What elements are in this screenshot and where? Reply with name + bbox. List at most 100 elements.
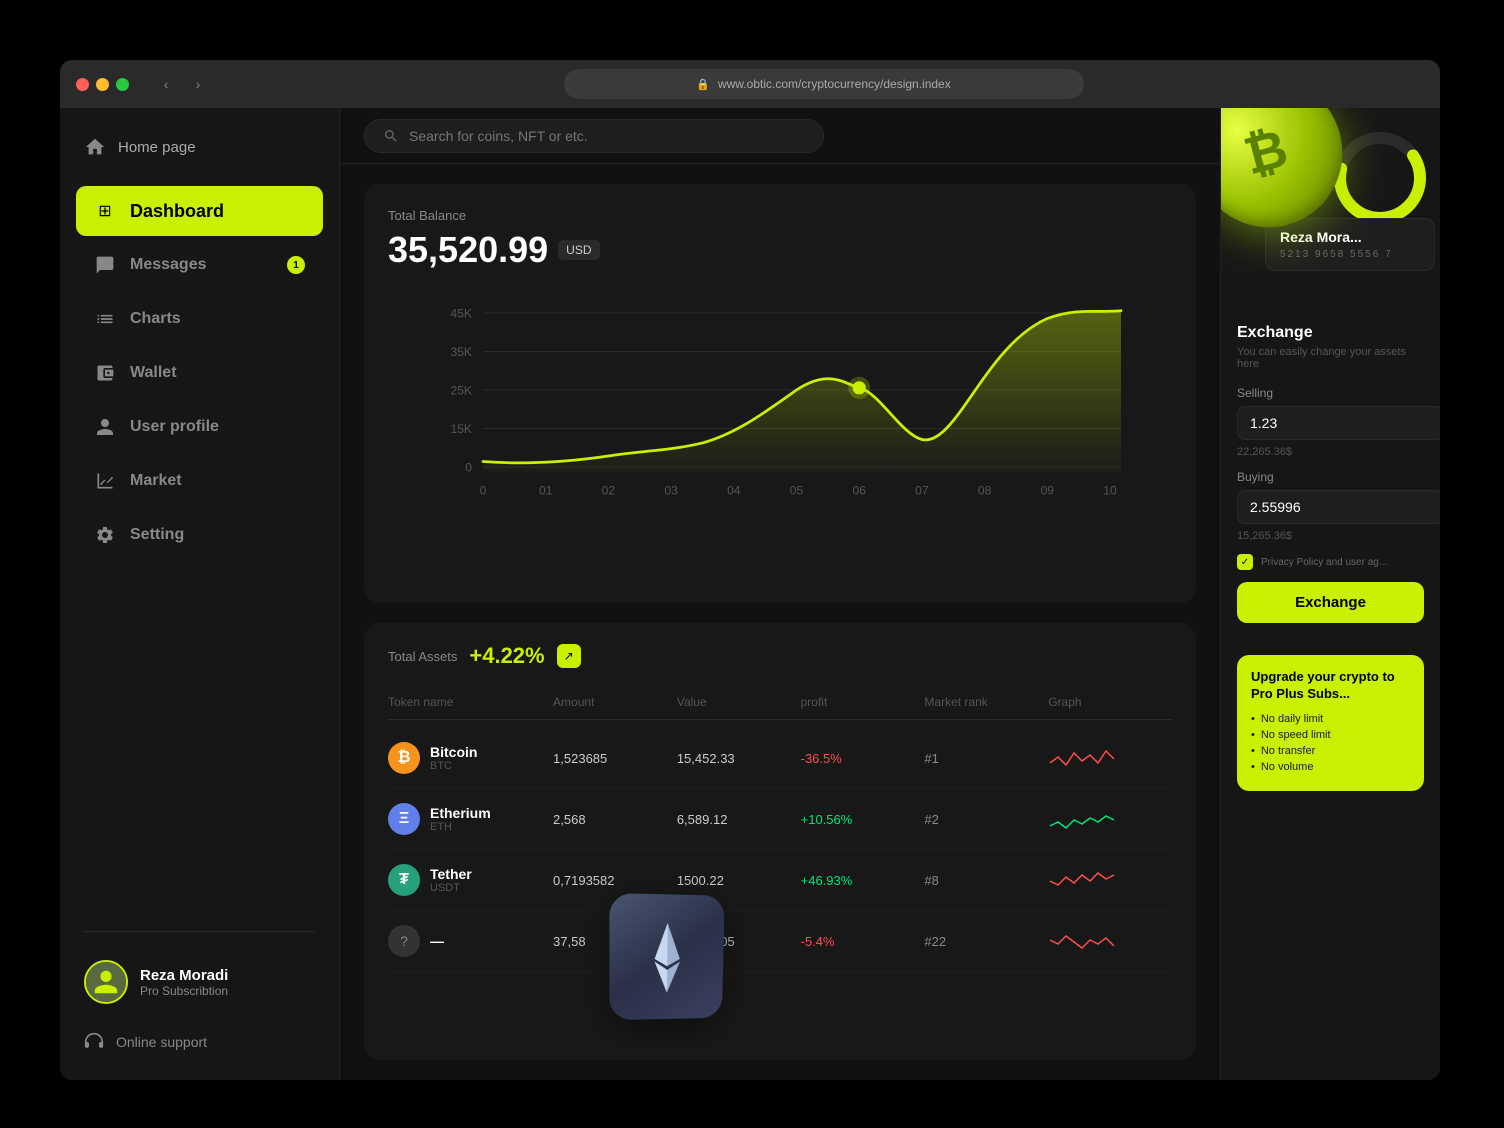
sidebar-user-section: Reza Moradi Pro Subscribtion <box>60 944 339 1020</box>
exchange-button[interactable]: Exchange <box>1237 582 1424 623</box>
sidebar-support[interactable]: Online support <box>60 1020 339 1060</box>
upgrade-title: Upgrade your crypto to Pro Plus Subs... <box>1251 669 1410 703</box>
privacy-checkbox[interactable]: ✓ <box>1237 554 1253 570</box>
user-avatar <box>84 960 128 1004</box>
buying-row: → <box>1237 490 1424 524</box>
selling-input[interactable] <box>1237 406 1440 440</box>
sidebar-item-messages[interactable]: Messages 1 <box>76 240 323 290</box>
minimize-button[interactable] <box>96 78 109 91</box>
sidebar-home[interactable]: Home page <box>60 128 339 178</box>
right-panel: ₿ Reza Mora... 5213 9658 5556 7 Exchange… <box>1220 108 1440 1080</box>
close-button[interactable] <box>76 78 89 91</box>
upgrade-banner: Upgrade your crypto to Pro Plus Subs... … <box>1237 655 1424 791</box>
svg-text:08: 08 <box>978 484 992 498</box>
svg-text:02: 02 <box>602 484 616 498</box>
sidebar-nav: ⊞ Dashboard Messages 1 <box>60 178 339 919</box>
assets-title: Total Assets <box>388 649 457 664</box>
eth-sparkline <box>1048 804 1172 834</box>
sidebar-item-userprofile[interactable]: User profile <box>76 402 323 452</box>
assets-header: Total Assets +4.22% ↗ <box>388 643 1172 669</box>
sidebar-item-market[interactable]: Market <box>76 456 323 506</box>
address-bar[interactable]: 🔒 www.obtic.com/cryptocurrency/design.in… <box>564 69 1084 99</box>
assets-trend-icon: ↗ <box>557 644 581 668</box>
url-text: www.obtic.com/cryptocurrency/design.inde… <box>718 77 951 91</box>
messages-icon <box>94 254 116 276</box>
search-input[interactable] <box>409 128 805 144</box>
eth-value: 6,589.12 <box>677 812 801 827</box>
selling-row: ₿ B <box>1237 406 1424 440</box>
other-sparkline <box>1048 926 1172 956</box>
svg-text:35K: 35K <box>450 345 472 359</box>
charts-icon <box>94 308 116 330</box>
balance-amount: 35,520.99 USD <box>388 229 1172 271</box>
buying-amount: 15,265.36$ <box>1237 530 1424 542</box>
userprofile-icon <box>94 416 116 438</box>
svg-text:25K: 25K <box>450 383 472 397</box>
svg-text:06: 06 <box>852 484 866 498</box>
table-row: ₿ Bitcoin BTC 1,523685 15,452.33 -36.5% … <box>388 728 1172 789</box>
profile-card-numbers: 5213 9658 5556 7 <box>1280 249 1420 260</box>
main-content: Total Balance 35,520.99 USD <box>340 108 1220 1080</box>
btc-profit: -36.5% <box>801 751 925 766</box>
upgrade-item-1: No daily limit <box>1251 713 1410 725</box>
profile-card-top: Reza Mora... 5213 9658 5556 7 <box>1265 218 1435 271</box>
usdt-icon: ₮ <box>388 864 420 896</box>
chart-container: 45K 35K 25K 15K 0 0 01 02 03 04 05 <box>388 291 1172 511</box>
privacy-text: Privacy Policy and user ag... <box>1261 557 1387 568</box>
dashboard-content: Total Balance 35,520.99 USD <box>340 164 1220 1080</box>
forward-button[interactable]: › <box>185 71 211 97</box>
token-cell-btc: ₿ Bitcoin BTC <box>388 742 553 774</box>
user-info: Reza Moradi Pro Subscribtion <box>140 967 315 998</box>
balance-chart: 45K 35K 25K 15K 0 0 01 02 03 04 05 <box>388 291 1172 511</box>
privacy-row: ✓ Privacy Policy and user ag... <box>1237 554 1424 570</box>
search-bar[interactable] <box>364 119 824 153</box>
usdt-sparkline <box>1048 865 1172 895</box>
balance-label: Total Balance <box>388 208 1172 223</box>
btc-rank: #1 <box>924 751 1048 766</box>
user-name: Reza Moradi <box>140 967 315 984</box>
app-layout: Home page ⊞ Dashboard Messages <box>60 108 1440 1080</box>
market-label: Market <box>130 472 182 490</box>
usdt-name: Tether <box>430 866 472 882</box>
sidebar-item-dashboard[interactable]: ⊞ Dashboard <box>76 186 323 236</box>
col-amount: Amount <box>553 695 677 709</box>
sidebar-item-wallet[interactable]: Wallet <box>76 348 323 398</box>
exchange-section: Exchange You can easily change your asse… <box>1221 308 1440 655</box>
ethereum-float <box>609 893 724 1020</box>
other-profit: -5.4% <box>801 934 925 949</box>
selling-amount: 22,265.36$ <box>1237 446 1424 458</box>
balance-currency: USD <box>558 240 599 260</box>
svg-text:09: 09 <box>1041 484 1055 498</box>
buying-input[interactable] <box>1237 490 1440 524</box>
wallet-icon <box>94 362 116 384</box>
btc-value: 15,452.33 <box>677 751 801 766</box>
eth-name: Etherium <box>430 805 491 821</box>
usdt-value: 1500.22 <box>677 873 801 888</box>
home-label: Home page <box>118 139 196 156</box>
sidebar: Home page ⊞ Dashboard Messages <box>60 108 340 1080</box>
btc-ticker: BTC <box>430 760 477 772</box>
token-cell-eth: Ξ Etherium ETH <box>388 803 553 835</box>
svg-text:03: 03 <box>664 484 678 498</box>
back-button[interactable]: ‹ <box>153 71 179 97</box>
svg-text:10: 10 <box>1103 484 1117 498</box>
maximize-button[interactable] <box>116 78 129 91</box>
col-profit: profit <box>801 695 925 709</box>
search-icon <box>383 128 399 144</box>
sidebar-item-setting[interactable]: Setting <box>76 510 323 560</box>
token-cell-other: ? — <box>388 925 553 957</box>
donut-widget <box>1330 128 1430 228</box>
usdt-ticker: USDT <box>430 882 472 894</box>
svg-text:0: 0 <box>480 484 487 498</box>
security-icon: 🔒 <box>696 78 710 91</box>
user-subscription: Pro Subscribtion <box>140 984 315 998</box>
btc-icon: ₿ <box>388 742 420 774</box>
col-value: Value <box>677 695 801 709</box>
market-icon <box>94 470 116 492</box>
svg-text:07: 07 <box>915 484 929 498</box>
btc-name: Bitcoin <box>430 744 477 760</box>
svg-text:05: 05 <box>790 484 804 498</box>
token-cell-usdt: ₮ Tether USDT <box>388 864 553 896</box>
usdt-rank: #8 <box>924 873 1048 888</box>
sidebar-item-charts[interactable]: Charts <box>76 294 323 344</box>
